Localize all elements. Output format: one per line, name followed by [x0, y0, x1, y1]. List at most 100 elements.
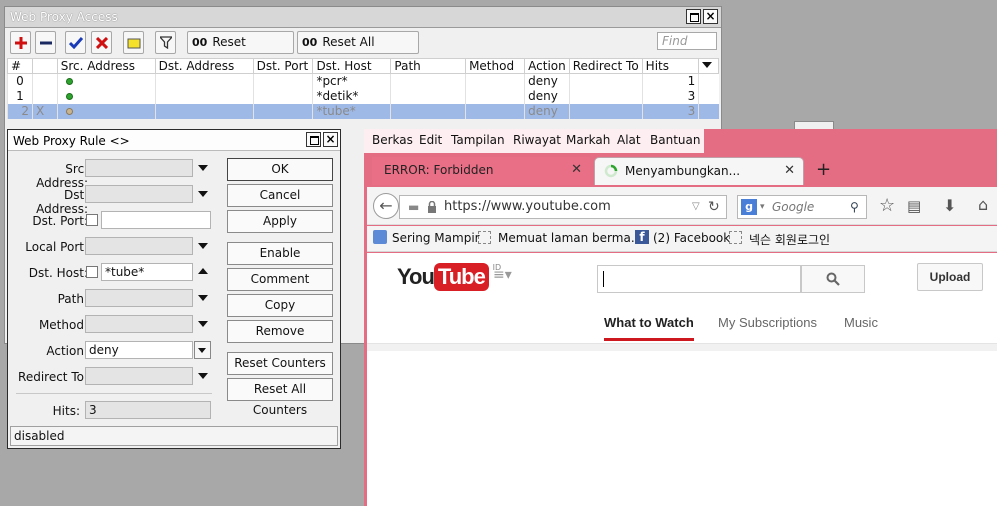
col-redirect-to[interactable]: Redirect To — [568, 58, 643, 74]
youtube-search-input[interactable] — [597, 265, 801, 293]
bookmarks-list-icon[interactable]: ▤ — [907, 197, 921, 215]
bookmarks-toolbar: Sering Mampir Memuat laman berma... f (2… — [367, 226, 997, 252]
tab-error-forbidden[interactable]: ERROR: Forbidden ✕ — [372, 157, 590, 185]
youtube-logo[interactable]: You Tube ID — [397, 263, 501, 291]
col-flag[interactable] — [31, 58, 58, 74]
dropdown-icon[interactable]: ▽ — [692, 196, 700, 218]
dropdown-arrow-icon[interactable] — [198, 191, 208, 197]
new-tab-icon[interactable]: + — [816, 159, 831, 180]
col-dst-address[interactable]: Dst. Address — [154, 58, 254, 74]
find-input[interactable]: Find — [657, 32, 717, 50]
dropdown-arrow-icon[interactable] — [198, 243, 208, 249]
dropdown-arrow-icon[interactable] — [198, 165, 208, 171]
menu-riwayat[interactable]: Riwayat — [513, 133, 561, 147]
menu-markah[interactable]: Markah — [566, 133, 610, 147]
tab-my-subscriptions[interactable]: My Subscriptions — [718, 315, 817, 330]
reset-all-counters-button[interactable]: Reset All Counters — [227, 378, 333, 417]
close-button[interactable]: × — [323, 132, 338, 147]
filter-button[interactable] — [155, 31, 176, 54]
youtube-search-button[interactable] — [801, 265, 865, 293]
dropdown-arrow-icon[interactable] — [198, 321, 208, 327]
url-text: https://www.youtube.com — [444, 199, 611, 214]
menu-alat[interactable]: Alat — [617, 133, 641, 147]
dropdown-arrow-icon[interactable] — [198, 373, 208, 379]
google-icon[interactable]: g — [741, 199, 757, 215]
close-tab-icon[interactable]: ✕ — [571, 157, 582, 183]
comment-button[interactable] — [123, 31, 144, 54]
tab-what-to-watch[interactable]: What to Watch — [604, 315, 694, 341]
table-row-selected[interactable]: 2 X *tube* deny 3 — [7, 103, 719, 119]
disable-button[interactable] — [91, 31, 112, 54]
column-menu[interactable] — [698, 58, 719, 74]
copy-button[interactable]: Copy — [227, 294, 333, 317]
maximize-button[interactable] — [686, 9, 701, 24]
col-num[interactable]: # — [7, 58, 33, 74]
ok-button[interactable]: OK — [227, 158, 333, 181]
col-hits[interactable]: Hits — [641, 58, 700, 74]
history-icon[interactable]: ▬ — [408, 196, 419, 218]
search-icon[interactable]: ⚲ — [850, 196, 859, 218]
search-bar[interactable]: g ▾ Google ⚲ — [737, 195, 867, 219]
dst-port-input[interactable] — [101, 211, 211, 229]
close-button[interactable]: × — [703, 9, 718, 24]
enable-button[interactable] — [65, 31, 86, 54]
redirect-to-field[interactable] — [85, 367, 193, 385]
reset-counters-button[interactable]: Reset Counters — [227, 352, 333, 375]
back-button[interactable]: ← — [373, 193, 399, 219]
method-field[interactable] — [85, 315, 193, 333]
remove-button[interactable] — [35, 31, 56, 54]
url-bar[interactable]: ▬ https://www.youtube.com ▽ ↻ — [399, 195, 727, 219]
col-dst-host[interactable]: Dst. Host — [312, 58, 392, 74]
add-button[interactable] — [10, 31, 31, 54]
tab-music[interactable]: Music — [844, 315, 878, 330]
comment-button[interactable]: Comment — [227, 268, 333, 291]
action-select[interactable]: deny — [85, 341, 193, 359]
dst-address-field[interactable] — [85, 185, 193, 203]
tab-youtube-loading[interactable]: Menyambungkan... ✕ — [594, 157, 804, 185]
action-dropdown-button[interactable] — [194, 341, 211, 359]
loading-spinner-icon — [604, 164, 618, 178]
menu-bantuan[interactable]: Bantuan — [650, 133, 700, 147]
chevron-down-icon[interactable]: ▾ — [760, 196, 765, 218]
col-path[interactable]: Path — [390, 58, 467, 74]
reset-all-counters-button[interactable]: 00Reset All Counters — [297, 31, 419, 70]
dst-host-negate-checkbox[interactable] — [86, 266, 98, 278]
col-action[interactable]: Action — [524, 58, 570, 74]
maximize-button[interactable] — [306, 132, 321, 147]
bookmark-facebook[interactable]: (2) Facebook — [653, 231, 730, 245]
path-field[interactable] — [85, 289, 193, 307]
src-address-field[interactable] — [85, 159, 193, 177]
bookmark-sering-mampir[interactable]: Sering Mampir — [392, 231, 480, 245]
row-redirect-to — [568, 88, 643, 104]
local-port-field[interactable] — [85, 237, 193, 255]
reset-counters-button[interactable]: 00Reset Counters — [187, 31, 294, 70]
upload-button[interactable]: Upload — [917, 263, 983, 291]
dialog-title-bar[interactable]: Web Proxy Rule <> × — [8, 130, 340, 151]
col-method[interactable]: Method — [465, 58, 526, 74]
table-row[interactable]: 1 *detik* deny 3 — [7, 88, 719, 104]
bookmark-nexon-login[interactable]: 넥슨 회원로그인 — [749, 231, 830, 248]
menu-berkas[interactable]: Berkas — [372, 133, 413, 147]
enable-button[interactable]: Enable — [227, 242, 333, 265]
dropdown-arrow-icon[interactable] — [198, 295, 208, 301]
bookmark-memuat-laman[interactable]: Memuat laman berma... — [498, 231, 642, 245]
table-row[interactable]: 0 *pcr* deny 1 — [7, 73, 719, 89]
remove-button[interactable]: Remove — [227, 320, 333, 343]
funnel-icon — [158, 36, 173, 50]
reload-icon[interactable]: ↻ — [708, 196, 720, 218]
dst-host-input[interactable]: *tube* — [101, 263, 193, 281]
download-icon[interactable]: ⬇ — [943, 196, 956, 215]
apply-button[interactable]: Apply — [227, 210, 333, 233]
guide-menu-icon[interactable]: ≡▾ — [493, 267, 512, 283]
title-bar[interactable]: Web Proxy Access × — [5, 7, 721, 28]
collapse-arrow-icon[interactable] — [198, 268, 208, 274]
menu-edit[interactable]: Edit — [419, 133, 442, 147]
bookmark-star-icon[interactable]: ☆ — [879, 195, 895, 216]
close-tab-icon[interactable]: ✕ — [784, 158, 795, 184]
home-icon[interactable]: ⌂ — [978, 195, 988, 214]
dst-port-negate-checkbox[interactable] — [86, 214, 98, 226]
cancel-button[interactable]: Cancel — [227, 184, 333, 207]
col-src-address[interactable]: Src. Address — [56, 58, 156, 74]
col-dst-port[interactable]: Dst. Port — [252, 58, 314, 74]
menu-tampilan[interactable]: Tampilan — [451, 133, 505, 147]
